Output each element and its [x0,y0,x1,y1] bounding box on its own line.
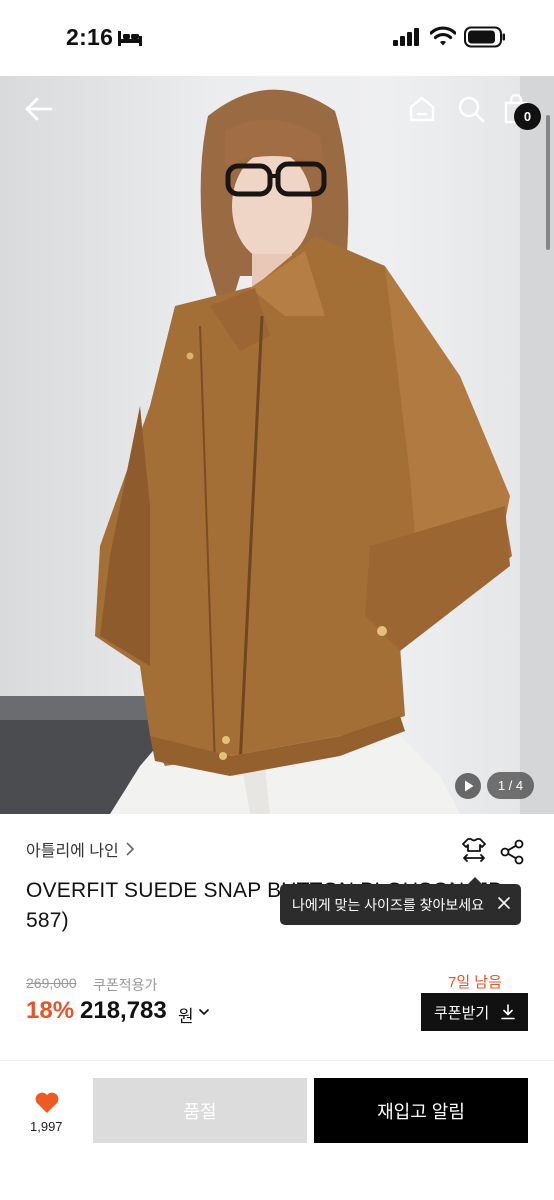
share-icon[interactable] [500,839,524,865]
size-guide-icon[interactable] [461,836,487,866]
original-price: 269,000 [26,975,77,991]
chevron-down-icon[interactable] [198,1007,210,1017]
status-time: 2:16 [66,24,114,50]
brand-name: 아틀리에 나인 [26,843,119,860]
price-unit: 원 [178,1007,194,1026]
search-icon[interactable] [457,95,485,123]
signal-icon [393,28,419,46]
like-count: 1,997 [30,1119,63,1134]
home-icon[interactable] [408,95,436,123]
size-finder-tooltip[interactable]: 나에게 맞는 사이즈를 찾아보세요 [280,877,521,925]
play-video-button[interactable] [455,773,481,799]
brand-link[interactable]: 아틀리에 나인 [26,838,135,860]
play-icon [465,780,474,792]
bed-icon [118,31,142,46]
tooltip-text: 나에게 맞는 사이즈를 찾아보세요 [292,896,484,913]
scrollbar[interactable] [546,115,550,250]
product-photo [0,76,554,814]
chevron-right-icon [126,842,134,856]
status-bar: 2:16 [0,0,554,76]
divider [0,1060,554,1061]
coupon-button-label: 쿠폰받기 [434,1004,490,1022]
get-coupon-button[interactable]: 쿠폰받기 [421,993,528,1031]
back-arrow-icon[interactable] [22,95,54,123]
sold-out-button[interactable]: 품절 [93,1078,307,1143]
discount-rate: 18% [26,997,75,1024]
close-icon[interactable] [497,896,511,910]
restock-alert-button[interactable]: 재입고 알림 [314,1078,528,1143]
battery-icon [464,26,505,48]
product-image[interactable] [0,76,554,814]
image-page-indicator: 1 / 4 [487,772,534,799]
wifi-icon [430,26,456,46]
days-left-label: 7일 남음 [448,974,502,991]
heart-icon[interactable] [34,1091,60,1115]
cart-count-badge: 0 [514,103,541,130]
sale-price: 218,783 [80,997,167,1024]
download-icon [501,1004,515,1020]
coupon-price-label: 쿠폰적용가 [93,977,158,993]
